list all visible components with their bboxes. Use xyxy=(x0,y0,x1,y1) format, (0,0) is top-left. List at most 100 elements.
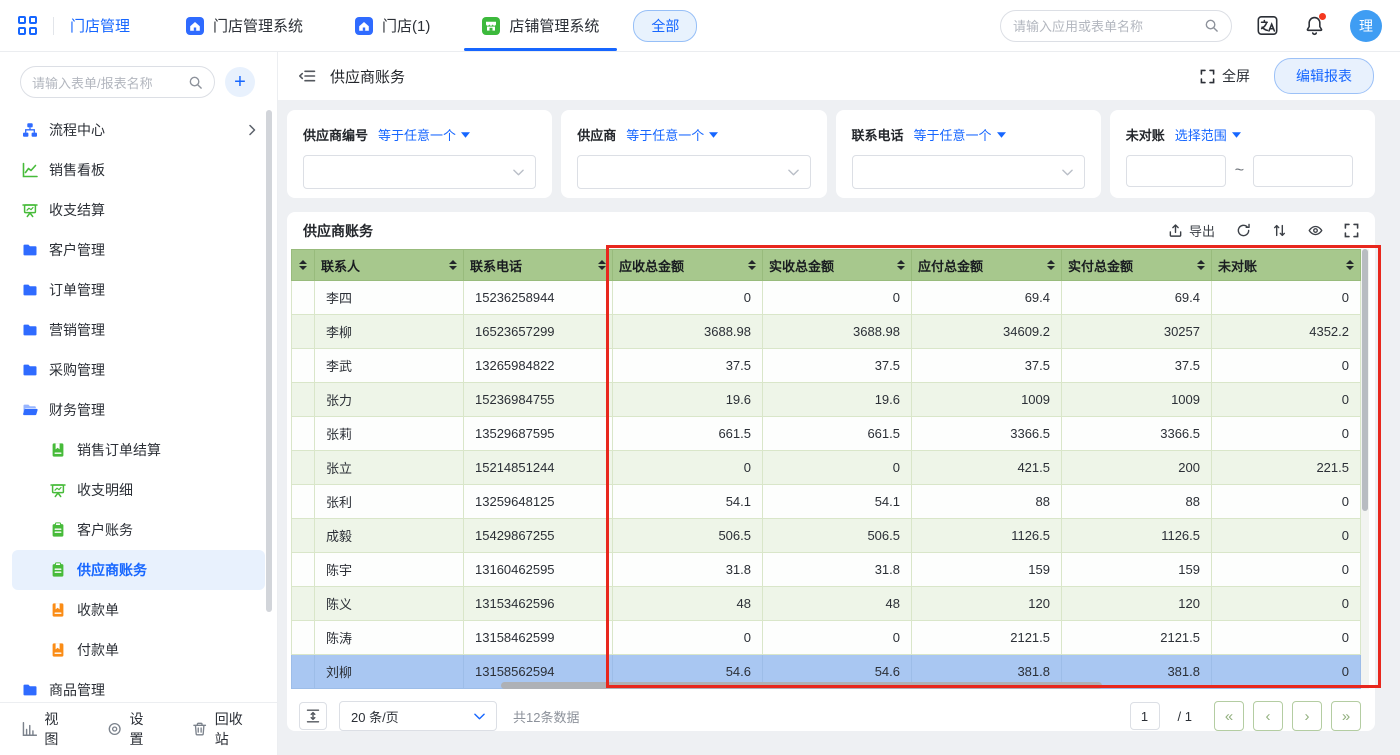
filter-operator[interactable]: 等于任意一个 xyxy=(378,125,470,144)
last-page-button[interactable]: » xyxy=(1331,701,1361,731)
table-row[interactable]: 李四152362589440069.469.40 xyxy=(292,281,1361,315)
table-cell: 37.5 xyxy=(763,349,912,383)
column-header-联系电话[interactable]: 联系电话 xyxy=(464,250,613,281)
column-sort-icon xyxy=(1197,260,1205,270)
bell-icon[interactable] xyxy=(1303,14,1326,37)
table-cell: 506.5 xyxy=(613,519,763,553)
table-cell: 19.6 xyxy=(613,383,763,417)
filter-select[interactable] xyxy=(303,155,536,189)
column-header-row-select[interactable] xyxy=(292,250,315,281)
sidebar-item-客户管理[interactable]: 客户管理 xyxy=(12,230,265,270)
column-label: 应收总金额 xyxy=(619,256,684,275)
page-size-label: 20 条/页 xyxy=(351,707,399,726)
column-header-实付总金额[interactable]: 实付总金额 xyxy=(1062,250,1212,281)
sidebar-footer-视图[interactable]: 视图 xyxy=(22,709,71,749)
all-button[interactable]: 全部 xyxy=(633,10,697,42)
sidebar-item-营销管理[interactable]: 营销管理 xyxy=(12,310,265,350)
tab-label: 店铺管理系统 xyxy=(509,15,599,36)
sidebar-footer-回收站[interactable]: 回收站 xyxy=(192,709,255,749)
total-count: 共12条数据 xyxy=(513,707,579,726)
tab-店铺管理系统[interactable]: 店铺管理系统 xyxy=(456,0,625,51)
table-cell: 0 xyxy=(763,621,912,655)
sidebar-item-销售看板[interactable]: 销售看板 xyxy=(12,150,265,190)
table-cell: 506.5 xyxy=(763,519,912,553)
table-cell: 16523657299 xyxy=(464,315,613,349)
table-row[interactable]: 陈宇1316046259531.831.81591590 xyxy=(292,553,1361,587)
page-number-input[interactable] xyxy=(1130,702,1160,730)
column-header-实收总金额[interactable]: 实收总金额 xyxy=(763,250,912,281)
sidebar-item-供应商账务[interactable]: 供应商账务 xyxy=(12,550,265,590)
sidebar-item-收支结算[interactable]: 收支结算 xyxy=(12,190,265,230)
sidebar-item-商品管理[interactable]: 商品管理 xyxy=(12,670,265,702)
table-row[interactable]: 张力1523698475519.619.6100910090 xyxy=(292,383,1361,417)
filter-operator[interactable]: 选择范围 xyxy=(1175,125,1241,144)
table-row[interactable]: 陈涛13158462599002121.52121.50 xyxy=(292,621,1361,655)
table-cell xyxy=(292,553,315,587)
column-header-应付总金额[interactable]: 应付总金额 xyxy=(912,250,1062,281)
column-header-联系人[interactable]: 联系人 xyxy=(315,250,464,281)
sidebar-item-收款单[interactable]: 收款单 xyxy=(12,590,265,630)
tab-门店(1)[interactable]: 门店(1) xyxy=(329,0,456,51)
workspace-title[interactable]: 门店管理 xyxy=(70,15,130,36)
add-button[interactable]: + xyxy=(225,67,255,97)
sidebar-item-财务管理[interactable]: 财务管理 xyxy=(12,390,265,430)
column-header-未对账[interactable]: 未对账 xyxy=(1212,250,1361,281)
fullscreen-button[interactable]: 全屏 xyxy=(1200,66,1250,86)
sidebar-item-订单管理[interactable]: 订单管理 xyxy=(12,270,265,310)
avatar[interactable]: 理 xyxy=(1350,10,1382,42)
edit-report-button[interactable]: 编辑报表 xyxy=(1274,58,1374,94)
table-row[interactable]: 张立1521485124400421.5200221.5 xyxy=(292,451,1361,485)
first-page-button[interactable]: « xyxy=(1214,701,1244,731)
sort-order-icon[interactable] xyxy=(1272,223,1287,238)
collapse-sidebar-icon[interactable] xyxy=(298,67,316,85)
app-search-input[interactable]: 请输入应用或表单名称 xyxy=(1000,10,1232,42)
prev-page-button[interactable]: ‹ xyxy=(1253,701,1283,731)
form-search-input[interactable]: 请输入表单/报表名称 xyxy=(20,66,215,98)
export-button[interactable]: 导出 xyxy=(1168,221,1215,240)
apps-grid-icon[interactable] xyxy=(18,16,37,35)
sidebar-item-客户账务[interactable]: 客户账务 xyxy=(12,510,265,550)
table-row[interactable]: 张利1325964812554.154.188880 xyxy=(292,485,1361,519)
sidebar-item-收支明细[interactable]: 收支明细 xyxy=(12,470,265,510)
folder-icon xyxy=(22,362,38,378)
sidebar-item-销售订单结算[interactable]: 销售订单结算 xyxy=(12,430,265,470)
table-row[interactable]: 张莉13529687595661.5661.53366.53366.50 xyxy=(292,417,1361,451)
visibility-icon[interactable] xyxy=(1308,223,1323,238)
table-vertical-scrollbar[interactable] xyxy=(1361,249,1369,689)
sidebar-item-流程中心[interactable]: 流程中心 xyxy=(12,110,265,150)
sidebar-item-付款单[interactable]: 付款单 xyxy=(12,630,265,670)
translate-icon[interactable] xyxy=(1256,14,1279,37)
table-cell: 159 xyxy=(912,553,1062,587)
range-min-input[interactable] xyxy=(1126,155,1226,187)
table-horizontal-scrollbar[interactable] xyxy=(291,682,1365,690)
filter-select[interactable] xyxy=(852,155,1085,189)
table-cell xyxy=(292,621,315,655)
sidebar-scrollbar[interactable] xyxy=(266,110,272,612)
table-row[interactable]: 陈义1315346259648481201200 xyxy=(292,587,1361,621)
table-row[interactable]: 李武1326598482237.537.537.537.50 xyxy=(292,349,1361,383)
sidebar-footer-设置[interactable]: 设置 xyxy=(107,709,156,749)
table-cell: 1126.5 xyxy=(1062,519,1212,553)
filter-select[interactable] xyxy=(577,155,810,189)
column-label: 应付总金额 xyxy=(918,256,983,275)
refresh-icon[interactable] xyxy=(1236,223,1251,238)
next-page-button[interactable]: › xyxy=(1292,701,1322,731)
tab-label: 门店管理系统 xyxy=(213,15,303,36)
page-size-select[interactable]: 20 条/页 xyxy=(339,701,497,731)
filter-operator[interactable]: 等于任意一个 xyxy=(626,125,718,144)
table-cell: 54.1 xyxy=(763,485,912,519)
table-cell: 159 xyxy=(1062,553,1212,587)
report-title: 供应商账务 xyxy=(303,221,373,241)
column-header-应收总金额[interactable]: 应收总金额 xyxy=(613,250,763,281)
range-max-input[interactable] xyxy=(1253,155,1353,187)
table-row[interactable]: 李柳165236572993688.983688.9834609.2302574… xyxy=(292,315,1361,349)
sidebar-item-采购管理[interactable]: 采购管理 xyxy=(12,350,265,390)
table-cell: 李柳 xyxy=(315,315,464,349)
table-row[interactable]: 成毅15429867255506.5506.51126.51126.50 xyxy=(292,519,1361,553)
table-cell: 15236258944 xyxy=(464,281,613,315)
tab-门店管理系统[interactable]: 门店管理系统 xyxy=(160,0,329,51)
table-cell: 19.6 xyxy=(763,383,912,417)
table-fullscreen-icon[interactable] xyxy=(1344,223,1359,238)
row-height-button[interactable] xyxy=(299,702,327,730)
filter-operator[interactable]: 等于任意一个 xyxy=(914,125,1006,144)
